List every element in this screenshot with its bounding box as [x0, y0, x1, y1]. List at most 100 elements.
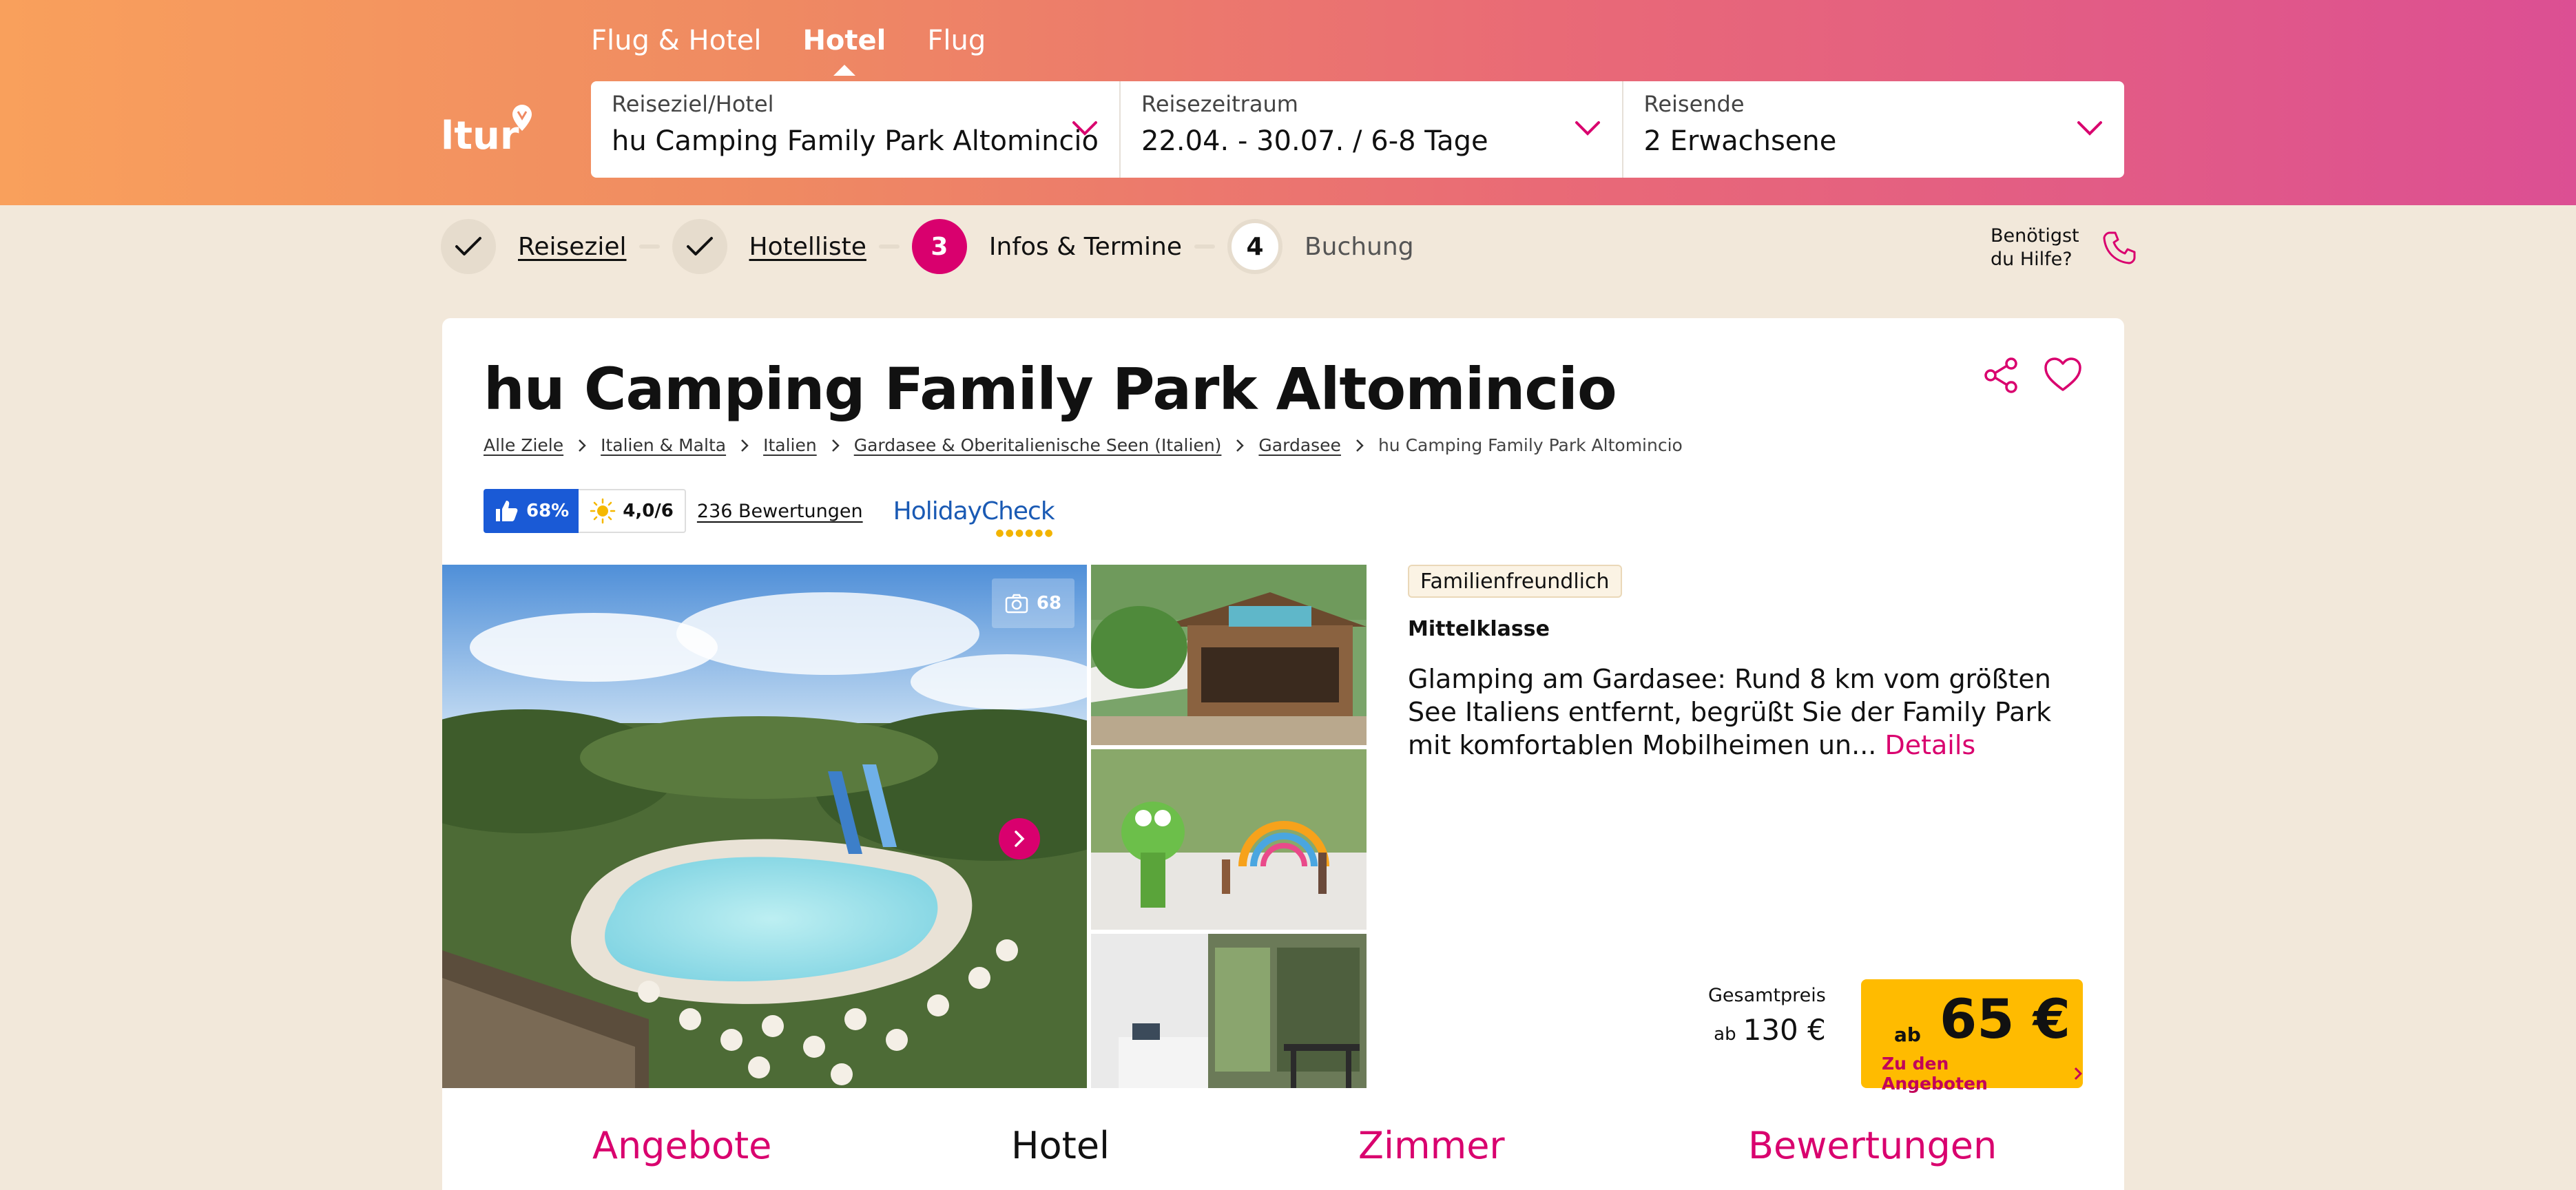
photo-count-value: 68	[1036, 593, 1062, 614]
step-separator	[1194, 244, 1215, 249]
chevron-right-icon	[1236, 439, 1245, 452]
price-prefix: ab	[1894, 1023, 1921, 1046]
recommendation-badge: 68%	[484, 489, 579, 533]
destination-value: hu Camping Family Park Altomincio	[612, 125, 1099, 157]
step-buchung: 4 Buchung	[1227, 219, 1414, 274]
next-photo-button[interactable]	[999, 818, 1040, 859]
search-bar: Reiseziel/Hotel hu Camping Family Park A…	[591, 81, 2124, 178]
product-tabs: Flug & Hotel Hotel Flug	[591, 25, 986, 69]
holidaycheck-name: HolidayCheck	[893, 497, 1055, 525]
camera-icon	[1005, 594, 1028, 614]
step-hotelliste[interactable]: Hotelliste	[672, 219, 866, 274]
share-icon[interactable]	[1981, 355, 2021, 395]
chevron-right-icon	[1015, 831, 1025, 847]
step-label-hotelliste: Hotelliste	[749, 232, 866, 261]
total-price-prefix: ab	[1714, 1024, 1736, 1045]
chevron-down-icon	[1575, 121, 1600, 136]
phone-icon	[2103, 231, 2136, 264]
tab-hotel[interactable]: Hotel	[802, 25, 886, 69]
step-label-buchung: Buchung	[1304, 232, 1414, 261]
total-price: Gesamtpreis ab 130 €	[1708, 985, 1826, 1047]
tab-flug[interactable]: Flug	[927, 25, 986, 69]
step-label-infos-termine: Infos & Termine	[988, 232, 1182, 261]
step-separator	[878, 244, 900, 249]
travel-period-value: 22.04. - 30.07. / 6-8 Tage	[1141, 125, 1488, 157]
chevron-right-icon	[741, 439, 749, 452]
hotel-card: hu Camping Family Park Altomincio Alle Z…	[442, 318, 2124, 1190]
site-header: ltur Flug & Hotel Hotel Flug Reiseziel/H…	[0, 0, 2576, 205]
step-infos-termine: 3 Infos & Termine	[911, 219, 1182, 274]
step-reiseziel[interactable]: Reiseziel	[441, 219, 627, 274]
holidaycheck-logo: HolidayCheck ●●●●●●	[893, 497, 1055, 539]
chevron-right-icon	[1356, 439, 1364, 452]
section-tab-angebote[interactable]: Angebote	[592, 1124, 771, 1167]
offers-button[interactable]: ab 65 € Zu den Angeboten	[1861, 979, 2083, 1094]
ltur-logo[interactable]: ltur	[441, 103, 537, 158]
chevron-down-icon	[2077, 121, 2103, 136]
holidaycheck-stars-icon: ●●●●●●	[995, 527, 1055, 539]
breadcrumb: Alle Ziele Italien & Malta Italien Garda…	[484, 435, 1683, 455]
thumbnail-splash-pad[interactable]	[1091, 749, 1367, 930]
photo-count-badge[interactable]: 68	[992, 578, 1074, 628]
breadcrumb-item[interactable]: Gardasee	[1258, 435, 1341, 455]
step-number-circle: 3	[911, 219, 967, 274]
section-tab-bewertungen[interactable]: Bewertungen	[1748, 1124, 1997, 1167]
sun-icon	[590, 498, 616, 524]
check-icon	[455, 237, 481, 255]
hotel-title: hu Camping Family Park Altomincio	[484, 355, 1617, 423]
help-text-line2: du Hilfe?	[1991, 249, 2073, 270]
photo-gallery: 68	[442, 565, 1367, 1088]
reviews-link[interactable]: 236 Bewertungen	[697, 501, 863, 522]
thumbnail-kiosk[interactable]	[1091, 565, 1367, 745]
travelers-field[interactable]: Reisende 2 Erwachsene	[1623, 81, 2124, 178]
section-tab-hotel[interactable]: Hotel	[1011, 1124, 1110, 1167]
travelers-value: 2 Erwachsene	[1643, 125, 1837, 157]
hotel-actions	[1981, 355, 2083, 395]
tab-flug-hotel[interactable]: Flug & Hotel	[591, 25, 761, 69]
thumbs-up-icon	[496, 501, 518, 521]
recommendation-value: 68%	[526, 501, 570, 521]
section-tabs: Angebote Hotel Zimmer Bewertungen	[442, 1124, 2124, 1190]
booking-stepper: Reiseziel Hotelliste 3 Infos & Termine 4…	[441, 218, 1414, 275]
step-separator	[638, 244, 660, 249]
chevron-right-icon	[2075, 1067, 2083, 1080]
score-badge: 4,0/6	[579, 489, 686, 533]
hotel-category: Mittelklasse	[1408, 617, 1550, 641]
heart-icon[interactable]	[2043, 355, 2083, 395]
price-amount: 65 €	[1940, 989, 2070, 1051]
breadcrumb-current: hu Camping Family Park Altomincio	[1378, 435, 1683, 455]
logo-text: ltur	[441, 114, 519, 158]
step-label-reiseziel: Reiseziel	[518, 232, 627, 261]
help-text: Benötigst du Hilfe?	[1991, 225, 2079, 271]
offers-link: Zu den Angeboten	[1882, 1054, 2083, 1094]
total-price-label: Gesamtpreis	[1708, 985, 1826, 1006]
breadcrumb-item[interactable]: Italien & Malta	[601, 435, 726, 455]
section-tab-zimmer[interactable]: Zimmer	[1358, 1124, 1505, 1167]
thumbnail-mobile-home[interactable]	[1091, 934, 1367, 1088]
travel-period-label: Reisezeitraum	[1141, 91, 1298, 117]
breadcrumb-item[interactable]: Gardasee & Oberitalienische Seen (Italie…	[854, 435, 1222, 455]
travelers-label: Reisende	[1643, 91, 1745, 117]
main-photo-pool[interactable]: 68	[442, 565, 1087, 1088]
hotel-description: Glamping am Gardasee: Rund 8 km vom größ…	[1408, 662, 2069, 762]
breadcrumb-item[interactable]: Italien	[763, 435, 817, 455]
family-friendly-badge: Familienfreundlich	[1408, 565, 1622, 598]
step-number-circle: 4	[1227, 219, 1282, 274]
total-price-value: 130 €	[1743, 1013, 1826, 1047]
help-text-line1: Benötigst	[1991, 225, 2079, 247]
details-link[interactable]: Details	[1884, 730, 1975, 760]
destination-field[interactable]: Reiseziel/Hotel hu Camping Family Park A…	[591, 81, 1121, 178]
destination-label: Reiseziel/Hotel	[612, 91, 774, 117]
check-icon	[686, 237, 713, 255]
breadcrumb-item[interactable]: Alle Ziele	[484, 435, 563, 455]
offers-link-label: Zu den Angeboten	[1882, 1054, 1988, 1094]
holidaycheck-rating: 68% 4,0/6 236 Bewertungen HolidayCheck ●…	[484, 489, 1055, 539]
score-value: 4,0/6	[623, 501, 674, 521]
chevron-right-icon	[579, 439, 586, 452]
help-contact[interactable]: Benötigst du Hilfe?	[1991, 225, 2139, 271]
total-price-value-row: ab 130 €	[1708, 1013, 1826, 1047]
travel-period-field[interactable]: Reisezeitraum 22.04. - 30.07. / 6-8 Tage	[1121, 81, 1623, 178]
step-done-circle	[672, 219, 727, 274]
step-done-circle	[441, 219, 496, 274]
chevron-right-icon	[831, 439, 840, 452]
